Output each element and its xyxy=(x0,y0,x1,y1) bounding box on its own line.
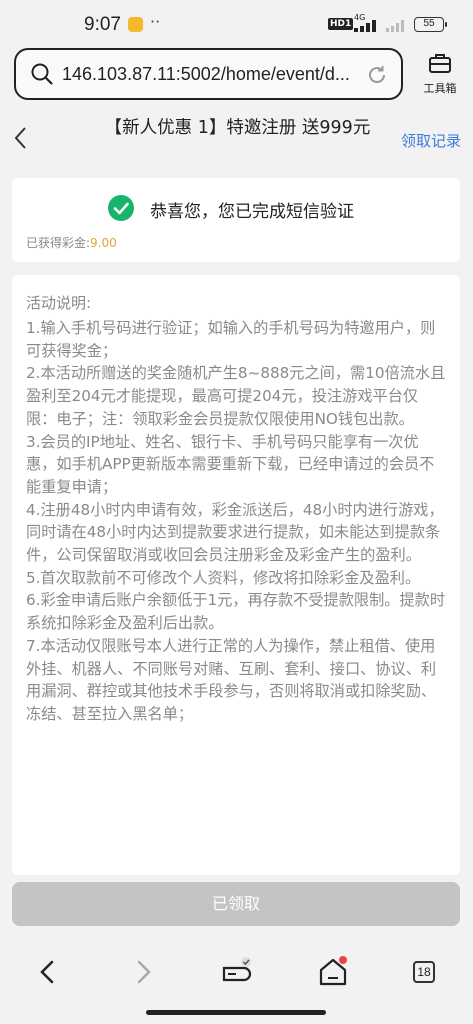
rule-item: 1.输入手机号码进行验证；如输入的手机号码为特邀用户，则可获得奖金； xyxy=(26,319,436,360)
nav-forward-icon[interactable] xyxy=(123,954,163,990)
more-notifications-icon: ·· xyxy=(150,12,161,31)
toolbox-icon xyxy=(429,54,451,73)
claim-records-link[interactable]: 领取记录 xyxy=(401,130,461,151)
battery-icon: 55 xyxy=(414,17,447,32)
status-bar: 9:07 ·· HD1 4G 55 xyxy=(0,0,473,48)
rule-item: 4.注册48小时内申请有效，彩金派送后，48小时内进行游戏，同时请在48小时内达… xyxy=(26,500,444,565)
claimed-button[interactable]: 已领取 xyxy=(12,882,460,926)
back-chevron-icon[interactable] xyxy=(10,124,32,152)
reload-icon[interactable] xyxy=(365,63,389,87)
rule-item: 6.彩金申请后账户余额低于1元，再存款不受提款限制。提款时系统扣除彩金及盈利后出… xyxy=(26,591,446,633)
rule-item: 3.会员的IP地址、姓名、银行卡、手机号码只能享有一次优惠，如手机APP更新版本… xyxy=(26,432,435,496)
rules-title: 活动说明: xyxy=(26,294,92,312)
page-title: 【新人优惠 1】特邀注册 送999元 xyxy=(104,118,371,138)
activity-rules-card: 活动说明: 1.输入手机号码进行验证；如输入的手机号码为特邀用户，则可获得奖金；… xyxy=(12,275,460,875)
game-center-icon[interactable] xyxy=(218,954,258,990)
toolbox-label: 工具箱 xyxy=(423,82,457,95)
toolbox-button[interactable]: 工具箱 xyxy=(414,52,466,102)
tabs-button[interactable]: 18 xyxy=(405,954,445,990)
rules-list: 1.输入手机号码进行验证；如输入的手机号码为特邀用户，则可获得奖金； 2.本活动… xyxy=(26,317,448,726)
bonus-label: 已获得彩金: xyxy=(26,236,91,250)
bonus-value: 9.00 xyxy=(90,236,117,250)
verification-success-card: 恭喜您，您已完成短信验证 已获得彩金:9.00 xyxy=(12,178,460,262)
nav-back-icon[interactable] xyxy=(28,954,68,990)
rule-item: 7.本活动仅限账号本人进行正常的人为操作，禁止租借、使用外挂、机器人、不同账号对… xyxy=(26,636,437,723)
rule-item: 2.本活动所赠送的奖金随机产生8~888元之间，需10倍流水且盈利至204元才能… xyxy=(26,364,446,428)
notification-app-icon xyxy=(128,17,143,32)
address-bar[interactable]: 146.103.87.11:5002/home/event/d... xyxy=(14,48,403,100)
status-time: 9:07 xyxy=(84,14,121,35)
success-message: 恭喜您，您已完成短信验证 xyxy=(150,202,354,222)
url-text[interactable]: 146.103.87.11:5002/home/event/d... xyxy=(62,64,350,85)
signal-icon xyxy=(354,20,376,32)
check-circle-icon xyxy=(108,195,134,221)
rule-item: 5.首次取款前不可修改个人资料，修改将扣除彩金及盈利。 xyxy=(26,568,421,587)
hd-badge: HD1 xyxy=(328,18,354,30)
search-icon xyxy=(31,63,53,85)
home-icon[interactable] xyxy=(313,954,353,990)
tab-count: 18 xyxy=(413,961,435,983)
page-header: 【新人优惠 1】特邀注册 送999元 领取记录 xyxy=(0,110,473,170)
bonus-line: 已获得彩金:9.00 xyxy=(26,234,117,251)
signal-secondary-icon xyxy=(386,20,404,32)
home-indicator[interactable] xyxy=(146,1010,326,1015)
